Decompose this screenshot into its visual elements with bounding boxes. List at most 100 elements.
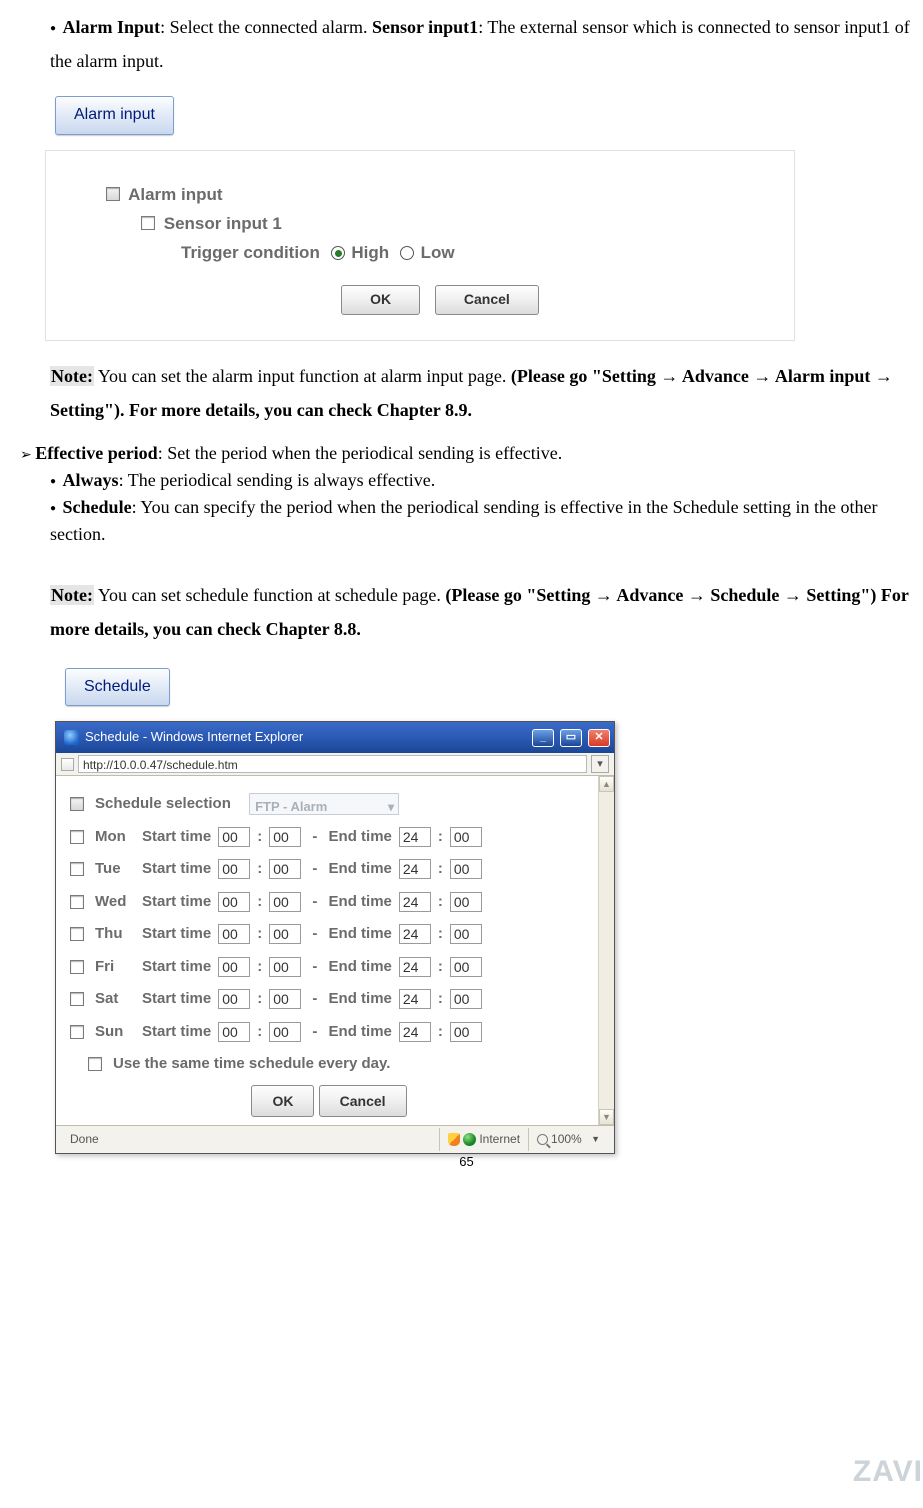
schedule-form: Schedule selection FTP - Alarm MonStart … <box>56 776 598 1125</box>
end-hour-input[interactable] <box>399 859 431 879</box>
status-zoom[interactable]: 100% ▼ <box>528 1128 608 1151</box>
end-min-input[interactable] <box>450 989 482 1009</box>
end-hour-input[interactable] <box>399 1022 431 1042</box>
end-hour-input[interactable] <box>399 957 431 977</box>
start-hour-input[interactable] <box>218 859 250 879</box>
maximize-button[interactable]: ▭ <box>560 729 582 747</box>
start-hour-input[interactable] <box>218 1022 250 1042</box>
start-label: Start time <box>142 920 211 949</box>
start-min-input[interactable] <box>269 1022 301 1042</box>
note-2: Note: You can set schedule function at s… <box>50 578 913 646</box>
bold: Alarm Input <box>63 17 161 37</box>
note-label: Note: <box>50 585 94 605</box>
window-title: Schedule - Windows Internet Explorer <box>85 725 303 750</box>
checkbox-icon[interactable] <box>70 1025 84 1039</box>
text: : You can specify the period when the pe… <box>50 497 878 544</box>
para-alarm-input: Alarm Input: Select the connected alarm.… <box>50 10 913 78</box>
checkbox-icon[interactable] <box>70 797 84 811</box>
start-min-input[interactable] <box>269 827 301 847</box>
checkbox-icon[interactable] <box>70 960 84 974</box>
checkbox-icon[interactable] <box>88 1057 102 1071</box>
schedule-selection-dropdown[interactable]: FTP - Alarm <box>249 793 399 815</box>
end-label: End time <box>329 1018 392 1047</box>
note-label: Note: <box>50 366 94 386</box>
end-hour-input[interactable] <box>399 892 431 912</box>
checkbox-icon[interactable] <box>70 862 84 876</box>
end-min-input[interactable] <box>450 827 482 847</box>
schedule-row: MonStart time: - End time: <box>70 823 588 852</box>
start-hour-input[interactable] <box>218 892 250 912</box>
end-min-input[interactable] <box>450 957 482 977</box>
schedule-row: TueStart time: - End time: <box>70 855 588 884</box>
end-label: End time <box>329 920 392 949</box>
radio-high[interactable] <box>331 246 345 260</box>
end-label: End time <box>329 823 392 852</box>
globe-icon <box>463 1133 476 1146</box>
ok-button[interactable]: OK <box>251 1085 314 1118</box>
go-dropdown[interactable]: ▾ <box>591 755 609 773</box>
minimize-button[interactable]: _ <box>532 729 554 747</box>
bold: Effective period <box>35 443 157 463</box>
start-hour-input[interactable] <box>218 957 250 977</box>
cancel-button[interactable]: Cancel <box>319 1085 407 1118</box>
schedule-button[interactable]: Schedule <box>65 668 170 706</box>
schedule-selection-label: Schedule selection <box>95 790 231 819</box>
day-label: Sat <box>95 985 135 1014</box>
text: You can set the alarm input function at … <box>94 366 511 386</box>
start-min-input[interactable] <box>269 957 301 977</box>
start-label: Start time <box>142 985 211 1014</box>
ok-button[interactable]: OK <box>341 285 420 315</box>
end-min-input[interactable] <box>450 892 482 912</box>
always-item: Always: The periodical sending is always… <box>50 467 913 494</box>
schedule-row: WedStart time: - End time: <box>70 888 588 917</box>
scroll-up-icon[interactable]: ▲ <box>599 776 614 792</box>
start-hour-input[interactable] <box>218 827 250 847</box>
start-min-input[interactable] <box>269 859 301 879</box>
panel-title: Alarm input <box>128 185 222 204</box>
start-label: Start time <box>142 888 211 917</box>
checkbox-icon[interactable] <box>141 216 155 230</box>
end-label: End time <box>329 855 392 884</box>
high-label: High <box>351 243 389 262</box>
ie-icon <box>64 730 79 745</box>
checkbox-icon[interactable] <box>70 830 84 844</box>
checkbox-icon[interactable] <box>106 187 120 201</box>
alarm-input-button[interactable]: Alarm input <box>55 96 174 134</box>
text: : Set the period when the periodical sen… <box>158 443 563 463</box>
end-min-input[interactable] <box>450 859 482 879</box>
alarm-input-panel: Alarm input Sensor input 1 Trigger condi… <box>45 150 795 341</box>
start-label: Start time <box>142 953 211 982</box>
status-done: Done <box>62 1128 139 1151</box>
cancel-button[interactable]: Cancel <box>435 285 539 315</box>
titlebar: Schedule - Windows Internet Explorer _ ▭… <box>56 722 614 753</box>
status-bar: Done Internet 100% ▼ <box>56 1125 614 1153</box>
end-min-input[interactable] <box>450 1022 482 1042</box>
effective-period: Effective period: Set the period when th… <box>20 440 913 467</box>
shield-icon <box>448 1133 460 1146</box>
text: : Select the connected alarm. <box>160 17 372 37</box>
scroll-down-icon[interactable]: ▼ <box>599 1109 614 1125</box>
start-min-input[interactable] <box>269 892 301 912</box>
start-label: Start time <box>142 823 211 852</box>
start-min-input[interactable] <box>269 989 301 1009</box>
day-label: Sun <box>95 1018 135 1047</box>
end-hour-input[interactable] <box>399 924 431 944</box>
close-button[interactable]: ✕ <box>588 729 610 747</box>
start-hour-input[interactable] <box>218 989 250 1009</box>
end-min-input[interactable] <box>450 924 482 944</box>
bold: Schedule <box>63 497 132 517</box>
day-label: Fri <box>95 953 135 982</box>
schedule-row: SatStart time: - End time: <box>70 985 588 1014</box>
url-field[interactable]: http://10.0.0.47/schedule.htm <box>78 755 587 773</box>
checkbox-icon[interactable] <box>70 895 84 909</box>
scrollbar[interactable]: ▲ ▼ <box>598 776 614 1125</box>
same-schedule-label: Use the same time schedule every day. <box>113 1050 390 1079</box>
checkbox-icon[interactable] <box>70 992 84 1006</box>
end-hour-input[interactable] <box>399 989 431 1009</box>
start-min-input[interactable] <box>269 924 301 944</box>
radio-low[interactable] <box>400 246 414 260</box>
zoom-icon <box>537 1134 548 1145</box>
end-hour-input[interactable] <box>399 827 431 847</box>
checkbox-icon[interactable] <box>70 927 84 941</box>
start-hour-input[interactable] <box>218 924 250 944</box>
